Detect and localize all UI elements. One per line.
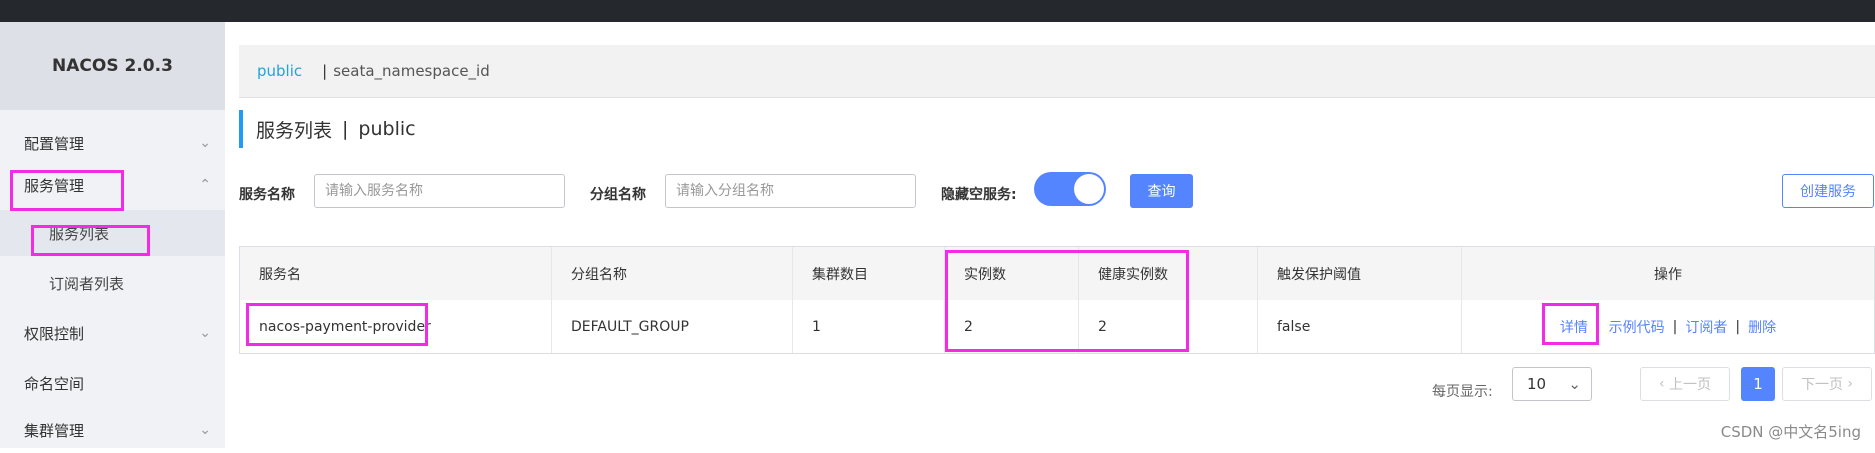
sample-code-link[interactable]: 示例代码: [1609, 317, 1665, 337]
service-name-input[interactable]: [314, 174, 565, 208]
namespace-seata[interactable]: seata_namespace_id: [333, 62, 490, 80]
header-group-name: 分组名称: [552, 247, 793, 300]
header-cluster-count: 集群数目: [793, 247, 945, 300]
header-threshold: 触发保护阈值: [1258, 247, 1462, 300]
page-title-namespace: public: [358, 118, 416, 140]
query-button[interactable]: 查询: [1130, 174, 1193, 208]
chevron-left-icon: ‹: [1658, 376, 1670, 392]
page-title-text: 服务列表: [256, 119, 333, 142]
sidebar-item-subscribers[interactable]: 订阅者列表: [0, 260, 225, 306]
next-page-label: 下一页: [1800, 377, 1843, 393]
cell-actions: 详情 | 示例代码 | 订阅者 | 删除: [1559, 317, 1777, 337]
cell-group-name: DEFAULT_GROUP: [552, 300, 793, 353]
chevron-down-icon: ⌄: [1568, 375, 1581, 393]
detail-link[interactable]: 详情: [1560, 317, 1588, 337]
header-instance-count: 实例数: [945, 247, 1079, 300]
page-title: 服务列表 | public: [239, 110, 416, 148]
group-name-label: 分组名称: [590, 187, 646, 203]
toggle-knob: [1074, 174, 1104, 204]
watermark: CSDN @中文名5ing: [1720, 423, 1861, 441]
service-name-label: 服务名称: [239, 187, 295, 203]
chevron-up-icon: ⌃: [199, 177, 211, 193]
header-healthy-count: 健康实例数: [1079, 247, 1258, 300]
sidebar-item-auth[interactable]: 权限控制 ⌄: [0, 310, 225, 356]
cell-instance-count: 2: [945, 300, 1079, 353]
subscriber-link[interactable]: 订阅者: [1685, 317, 1727, 337]
cell-cluster-count: 1: [793, 300, 945, 353]
sidebar-item-cluster[interactable]: 集群管理 ⌄: [0, 407, 225, 453]
namespace-public[interactable]: public: [257, 62, 302, 80]
sidebar-item-service-mgmt[interactable]: 服务管理 ⌃: [0, 162, 225, 208]
prev-page-label: 上一页: [1669, 377, 1712, 393]
namespace-separator: |: [322, 62, 328, 80]
table-row: nacos-payment-provider DEFAULT_GROUP 1 2…: [240, 300, 1874, 353]
sidebar-item-label: 订阅者列表: [49, 274, 125, 293]
chevron-right-icon: ›: [1842, 376, 1854, 392]
chevron-down-icon: ⌄: [199, 325, 211, 341]
group-name-input[interactable]: [665, 174, 916, 208]
table-header: 服务名 分组名称 集群数目 实例数 健康实例数 触发保护阈值 操作: [240, 247, 1874, 301]
per-page-label: 每页显示:: [1432, 384, 1493, 400]
create-service-button[interactable]: 创建服务: [1782, 174, 1874, 208]
sidebar-item-label: 命名空间: [24, 374, 85, 393]
delete-link[interactable]: 删除: [1748, 317, 1776, 337]
per-page-value: 10: [1527, 375, 1547, 393]
hide-empty-toggle[interactable]: [1034, 172, 1106, 206]
sidebar-item-label: 服务列表: [49, 224, 110, 243]
chevron-down-icon: ⌄: [199, 422, 211, 438]
per-page-select[interactable]: 10 ⌄: [1512, 367, 1592, 401]
top-bar: [0, 0, 1875, 22]
brand-logo: NACOS 2.0.3: [0, 22, 225, 110]
current-page-button[interactable]: 1: [1741, 367, 1775, 401]
sidebar-item-label: 配置管理: [24, 134, 85, 153]
next-page-button[interactable]: 下一页 ›: [1782, 367, 1872, 401]
header-actions: 操作: [1654, 266, 1682, 283]
cell-healthy-count: 2: [1079, 300, 1258, 353]
cell-threshold: false: [1258, 300, 1462, 353]
namespace-bar: public | seata_namespace_id: [239, 45, 1875, 98]
page-title-separator: |: [342, 118, 349, 140]
sidebar-item-namespace[interactable]: 命名空间: [0, 360, 225, 406]
cell-service-name: nacos-payment-provider: [240, 300, 552, 353]
header-service-name: 服务名: [240, 247, 552, 300]
sidebar-item-label: 服务管理: [24, 176, 85, 195]
sidebar-item-service-list[interactable]: 服务列表: [0, 210, 225, 256]
sidebar-item-label: 集群管理: [24, 421, 85, 440]
prev-page-button[interactable]: ‹ 上一页: [1640, 367, 1730, 401]
sidebar-item-config[interactable]: 配置管理 ⌄: [0, 120, 225, 166]
hide-empty-label: 隐藏空服务:: [941, 187, 1017, 203]
sidebar: NACOS 2.0.3 配置管理 ⌄ 服务管理 ⌃ 服务列表 订阅者列表 权限控…: [0, 22, 225, 448]
service-table: 服务名 分组名称 集群数目 实例数 健康实例数 触发保护阈值 操作 nacos-…: [239, 246, 1875, 354]
chevron-down-icon: ⌄: [199, 135, 211, 151]
sidebar-item-label: 权限控制: [24, 324, 85, 343]
